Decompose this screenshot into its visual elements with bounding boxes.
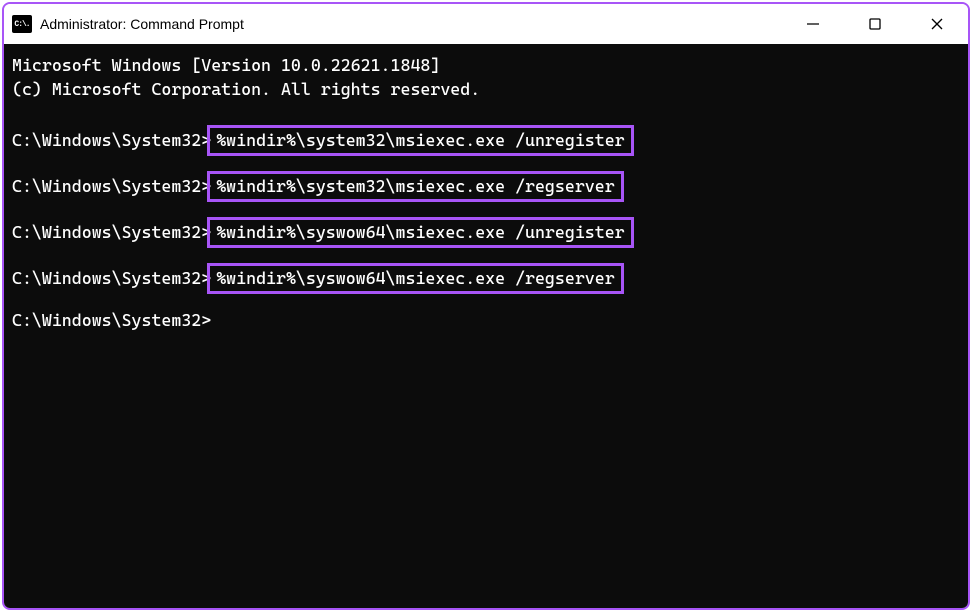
maximize-icon bbox=[868, 17, 882, 31]
minimize-icon bbox=[806, 17, 820, 31]
blank-line bbox=[12, 102, 960, 125]
highlighted-command-3: %windir%\syswow64\msiexec.exe /unregiste… bbox=[207, 217, 633, 248]
highlighted-command-1: %windir%\system32\msiexec.exe /unregiste… bbox=[207, 125, 633, 156]
prompt: C:\Windows\System32> bbox=[12, 175, 211, 199]
highlighted-command-2: %windir%\system32\msiexec.exe /regserver bbox=[207, 171, 623, 202]
close-icon bbox=[930, 17, 944, 31]
command-row-1: C:\Windows\System32>%windir%\system32\ms… bbox=[12, 125, 960, 157]
prompt: C:\Windows\System32> bbox=[12, 267, 211, 291]
app-icon: C:\. bbox=[12, 15, 32, 33]
minimize-button[interactable] bbox=[782, 4, 844, 44]
prompt: C:\Windows\System32> bbox=[12, 129, 211, 153]
empty-prompt[interactable]: C:\Windows\System32> bbox=[12, 309, 960, 333]
terminal-area[interactable]: Microsoft Windows [Version 10.0.22621.18… bbox=[4, 44, 968, 608]
command-row-3: C:\Windows\System32>%windir%\syswow64\ms… bbox=[12, 217, 960, 249]
window-controls bbox=[782, 4, 968, 44]
prompt: C:\Windows\System32> bbox=[12, 221, 211, 245]
maximize-button[interactable] bbox=[844, 4, 906, 44]
close-button[interactable] bbox=[906, 4, 968, 44]
window-title: Administrator: Command Prompt bbox=[40, 16, 244, 32]
titlebar[interactable]: C:\. Administrator: Command Prompt bbox=[4, 4, 968, 44]
command-row-2: C:\Windows\System32>%windir%\system32\ms… bbox=[12, 171, 960, 203]
command-row-4: C:\Windows\System32>%windir%\syswow64\ms… bbox=[12, 263, 960, 295]
version-line: Microsoft Windows [Version 10.0.22621.18… bbox=[12, 54, 960, 78]
highlighted-command-4: %windir%\syswow64\msiexec.exe /regserver bbox=[207, 263, 623, 294]
command-prompt-window: C:\. Administrator: Command Prompt bbox=[2, 2, 970, 610]
copyright-line: (c) Microsoft Corporation. All rights re… bbox=[12, 78, 960, 102]
